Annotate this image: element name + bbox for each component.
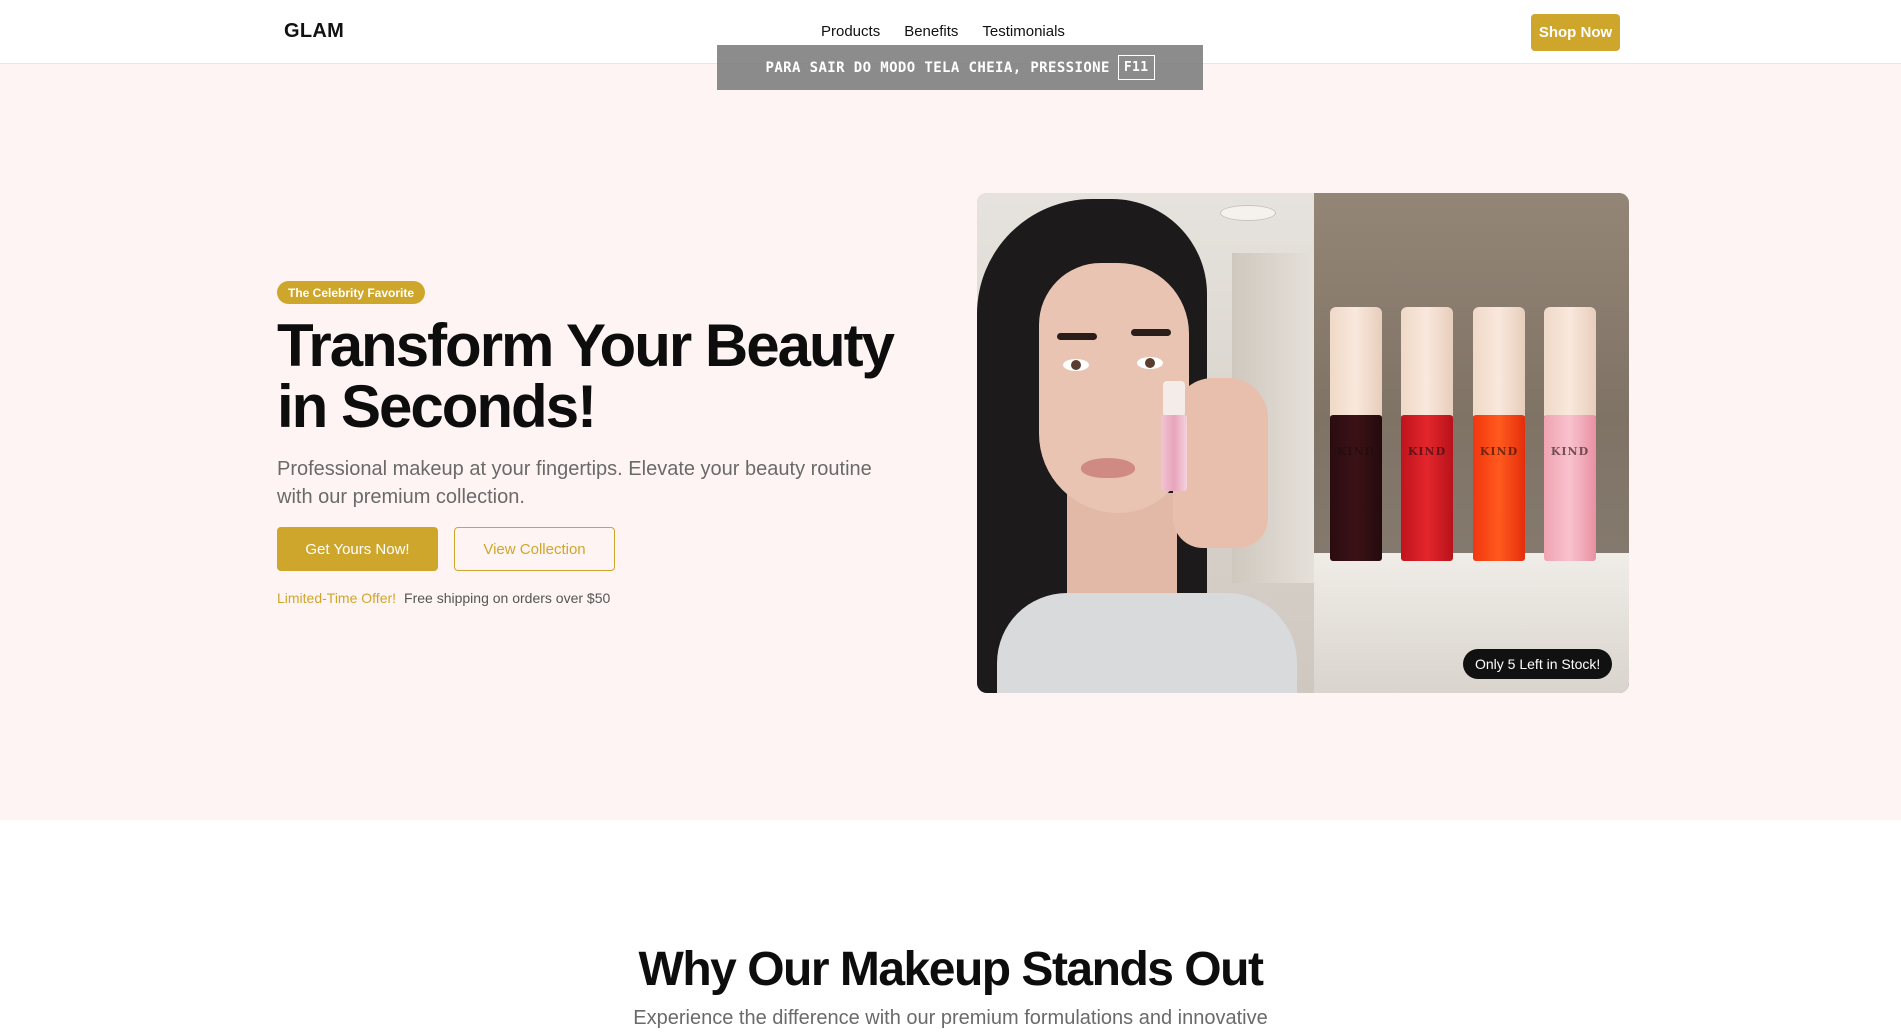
bottle-pink: KIND: [1544, 307, 1596, 561]
bottle-red: KIND: [1401, 307, 1453, 561]
nav-link-benefits[interactable]: Benefits: [904, 23, 958, 40]
bottle-cap: [1544, 307, 1596, 417]
held-lip-oil-tube: [1161, 415, 1187, 491]
model-shirt-shape: [997, 593, 1297, 693]
right-eye-shape: [1137, 357, 1163, 369]
bottle-cap: [1401, 307, 1453, 417]
bottle-orange: KIND: [1473, 307, 1525, 561]
left-iris-shape: [1071, 360, 1081, 370]
stock-badge: Only 5 Left in Stock!: [1463, 649, 1613, 679]
bottle-brand-label: KIND: [1407, 445, 1447, 458]
offer-line: Limited-Time Offer! Free shipping on ord…: [277, 590, 610, 606]
held-lip-oil-shape: [1161, 381, 1187, 491]
f11-key-label: F11: [1117, 55, 1155, 80]
bottle-body: KIND: [1401, 415, 1453, 561]
logo[interactable]: GLAM: [284, 20, 344, 43]
bottle-brand-label: KIND: [1550, 445, 1590, 458]
nav-links: Products Benefits Testimonials: [821, 23, 1065, 40]
bottle-body: KIND: [1544, 415, 1596, 561]
view-collection-button[interactable]: View Collection: [454, 527, 615, 571]
limited-offer-tag: Limited-Time Offer!: [277, 590, 397, 606]
model-hand-shape: [1173, 378, 1268, 548]
celebrity-badge: The Celebrity Favorite: [277, 281, 426, 304]
left-brow-shape: [1057, 333, 1097, 340]
hero-headline: Transform Your Beauty in Seconds!: [277, 312, 895, 440]
features-title: Why Our Makeup Stands Out: [638, 943, 1264, 996]
bottle-cap: [1473, 307, 1525, 417]
nav-link-products[interactable]: Products: [821, 23, 880, 40]
bottle-cap: [1330, 307, 1382, 417]
right-iris-shape: [1145, 358, 1155, 368]
product-bottles-photo: KIND KIND KIND KIND: [1314, 193, 1629, 693]
get-yours-now-button[interactable]: Get Yours Now!: [277, 527, 438, 571]
model-photo: [977, 193, 1314, 693]
bottle-brand-label: KIND: [1479, 445, 1519, 458]
features-subtitle: Experience the difference with our premi…: [633, 1007, 1268, 1029]
hero-subheadline: Professional makeup at your fingertips. …: [277, 458, 872, 508]
model-lips-shape: [1081, 458, 1135, 478]
held-lip-oil-cap: [1163, 381, 1185, 417]
bottle-brand-label: KIND: [1336, 445, 1376, 458]
shop-now-button[interactable]: Shop Now: [1531, 14, 1620, 51]
nav-link-testimonials[interactable]: Testimonials: [982, 23, 1065, 40]
fullscreen-notice-text: PARA SAIR DO MODO TELA CHEIA, PRESSIONE: [765, 59, 1110, 76]
bottle-dark: KIND: [1330, 307, 1382, 561]
free-shipping-text: Free shipping on orders over $50: [404, 590, 611, 606]
fullscreen-exit-notice: PARA SAIR DO MODO TELA CHEIA, PRESSIONE …: [717, 45, 1203, 90]
bottle-body: KIND: [1330, 415, 1382, 561]
ceiling-light-shape: [1220, 205, 1276, 221]
left-eye-shape: [1063, 359, 1089, 371]
right-brow-shape: [1131, 329, 1171, 336]
bottle-body: KIND: [1473, 415, 1525, 561]
hero-product-image: KIND KIND KIND KIND Only 5 Left in Stock…: [977, 193, 1629, 693]
